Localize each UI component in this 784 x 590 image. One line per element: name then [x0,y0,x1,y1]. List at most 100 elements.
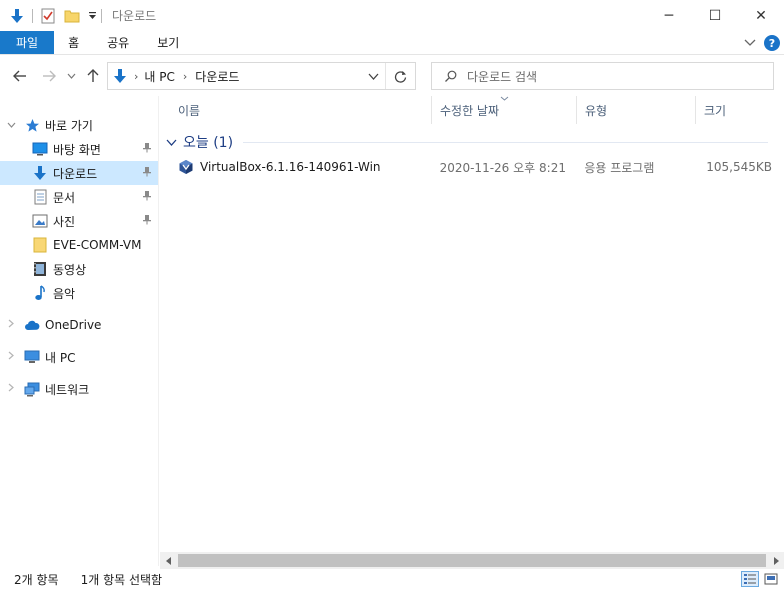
scrollbar-thumb[interactable] [178,554,766,567]
collapsed-chevron-icon[interactable] [4,319,18,331]
sidebar-item-label: 내 PC [45,350,76,365]
help-icon[interactable]: ? [764,35,780,51]
sidebar-item-network[interactable]: 네트워크 [0,377,158,401]
refresh-icon[interactable] [385,63,415,89]
sidebar-item-documents[interactable]: 문서 [0,185,158,209]
virtualbox-icon [178,159,194,175]
star-icon [24,117,40,133]
download-arrow-icon [32,165,48,181]
expand-ribbon-chevron-icon[interactable] [744,37,756,50]
forward-arrow-icon[interactable] [40,66,58,86]
sidebar-item-label: 동영상 [53,262,87,277]
ribbon-tabs: 파일 홈 공유 보기 ? [0,31,784,55]
group-divider [243,141,768,143]
download-arrow-icon [112,68,128,84]
pin-icon [142,214,152,228]
pin-icon [142,142,152,156]
sidebar-item-eve-comm-vm[interactable]: EVE-COMM-VM [0,233,158,257]
sidebar-item-onedrive[interactable]: OneDrive [0,313,158,337]
search-icon [444,70,457,83]
close-button[interactable]: ✕ [738,0,784,31]
breadcrumb-separator-icon[interactable]: › [183,70,187,83]
window-controls: ─ ☐ ✕ [646,0,784,31]
tab-share[interactable]: 공유 [93,31,143,54]
tab-view[interactable]: 보기 [143,31,193,54]
maximize-button[interactable]: ☐ [692,0,738,31]
column-header-date-label: 수정한 날짜 [440,103,500,118]
address-dropdown-chevron-icon[interactable] [368,69,379,83]
sidebar-item-quick-access[interactable]: 바로 가기 [0,113,158,137]
address-bar[interactable]: › 내 PC › 다운로드 [107,62,416,90]
file-name: VirtualBox-6.1.16-140961-Win [200,160,381,174]
tab-file[interactable]: 파일 [0,31,55,54]
file-size: 105,545KB [706,160,772,174]
item-count: 2개 항목 [14,573,59,587]
group-collapse-chevron-icon[interactable] [166,136,177,149]
title-bar: 다운로드 ─ ☐ ✕ [0,0,784,31]
group-header-today[interactable]: 오늘 (1) [166,132,768,152]
download-arrow-icon [8,7,26,25]
cloud-icon [24,317,40,333]
details-view-icon[interactable] [741,571,759,587]
toolbar-divider [101,8,102,23]
horizontal-scrollbar[interactable] [160,552,784,569]
sidebar-item-label: 바탕 화면 [53,142,101,157]
sidebar-item-desktop[interactable]: 바탕 화면 [0,137,158,161]
properties-checklist-icon[interactable] [39,7,57,25]
new-folder-icon[interactable] [63,7,81,25]
breadcrumb-downloads[interactable]: 다운로드 [195,68,239,85]
collapsed-chevron-icon[interactable] [4,351,18,363]
pin-icon [142,190,152,204]
search-box[interactable]: 다운로드 검색 [431,62,774,90]
sidebar-item-pictures[interactable]: 사진 [0,209,158,233]
search-placeholder: 다운로드 검색 [467,69,538,84]
customize-toolbar-dropdown-icon[interactable] [87,7,97,25]
tab-home[interactable]: 홈 [54,31,93,54]
column-header-type[interactable]: 유형 [577,96,696,124]
ribbon-right-controls: ? [744,31,780,55]
back-arrow-icon[interactable] [11,66,29,86]
sidebar-item-downloads[interactable]: 다운로드 [0,161,158,185]
sidebar-item-label: EVE-COMM-VM [53,238,142,252]
video-icon [32,261,48,277]
column-header-row: 이름 수정한 날짜 유형 크기 [160,96,784,124]
scroll-right-icon[interactable] [767,552,784,569]
computer-icon [24,349,40,365]
sidebar-item-music[interactable]: 음악 [0,281,158,305]
desktop-icon [32,141,48,157]
file-name-cell[interactable]: VirtualBox-6.1.16-140961-Win [160,159,432,175]
sidebar-item-label: 다운로드 [53,166,98,181]
file-type: 응용 프로그램 [584,160,655,175]
toolbar-divider [32,8,33,23]
network-icon [24,381,40,397]
navigation-pane: 바로 가기 바탕 화면 다운로드 문서 사진 EVE-COMM-VM 동영상 음… [0,96,159,566]
sidebar-item-label: 문서 [53,190,76,205]
breadcrumb-separator-icon[interactable]: › [134,70,138,83]
file-row[interactable]: VirtualBox-6.1.16-140961-Win 2020-11-26 … [160,156,776,178]
column-header-size[interactable]: 크기 [696,96,777,124]
large-icons-view-icon[interactable] [762,571,780,587]
document-icon [32,189,48,205]
minimize-button[interactable]: ─ [646,0,692,31]
sidebar-item-label: OneDrive [45,318,102,332]
music-note-icon [32,285,48,301]
sidebar-item-label: 바로 가기 [45,118,93,133]
collapsed-chevron-icon[interactable] [4,383,18,395]
scroll-left-icon[interactable] [160,552,177,569]
sort-indicator-icon [500,94,509,104]
view-switcher [741,571,780,587]
sidebar-item-label: 음악 [53,286,76,301]
file-date: 2020-11-26 오후 8:21 [439,160,566,175]
pictures-icon [32,213,48,229]
recent-locations-chevron-icon[interactable] [64,66,78,86]
status-bar: 2개 항목 1개 항목 선택함 [0,569,784,590]
breadcrumb-this-pc[interactable]: 내 PC [144,68,174,85]
up-arrow-icon[interactable] [84,66,102,86]
expanded-chevron-icon[interactable] [4,120,18,131]
column-header-date[interactable]: 수정한 날짜 [432,96,577,124]
group-label: 오늘 (1) [183,135,234,151]
column-header-name[interactable]: 이름 [160,96,432,124]
sidebar-item-videos[interactable]: 동영상 [0,257,158,281]
sidebar-item-label: 사진 [53,214,76,229]
sidebar-item-this-pc[interactable]: 내 PC [0,345,158,369]
